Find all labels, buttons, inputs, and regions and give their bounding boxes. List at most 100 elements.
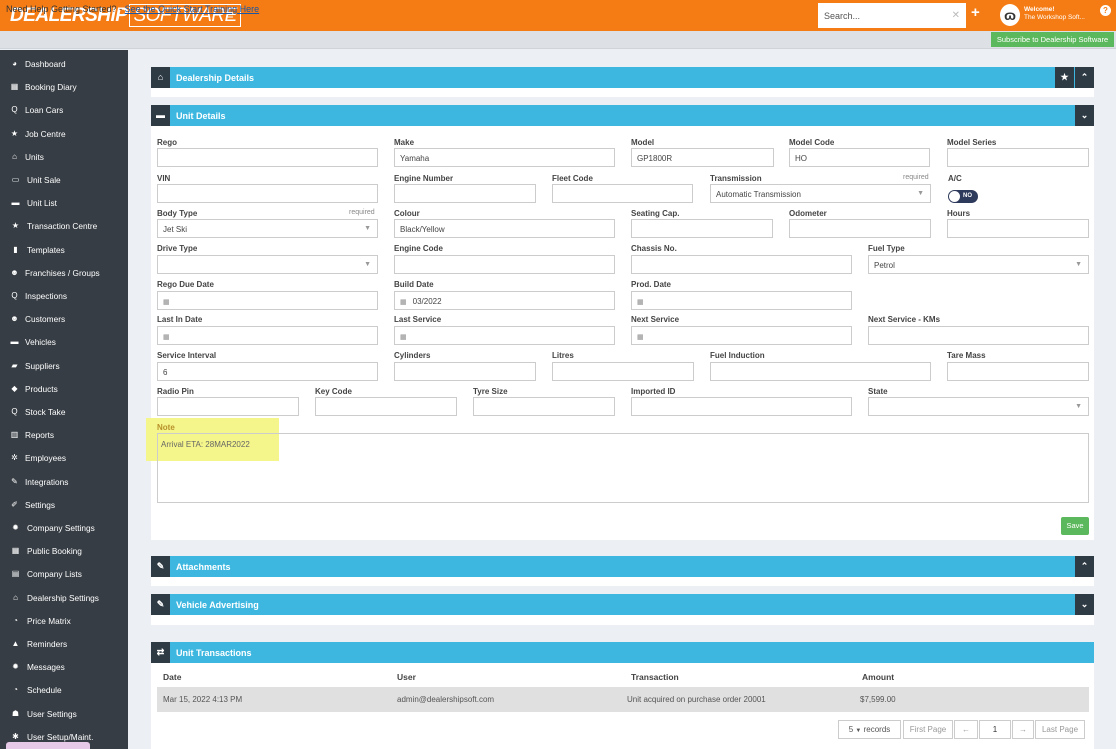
welcome-block[interactable]: Welcome! The Workshop Soft... xyxy=(1024,6,1085,22)
engine-code-input[interactable] xyxy=(394,255,615,274)
search-input[interactable]: Search... ✕ xyxy=(818,3,966,28)
subscribe-button[interactable]: Subscribe to Dealership Software xyxy=(991,32,1114,47)
calendar-icon[interactable]: ▦ xyxy=(163,299,170,306)
model-input[interactable]: GP1800R xyxy=(631,148,774,167)
sidebar-item-customers[interactable]: ☻ Customers xyxy=(0,309,128,329)
sidebar-item-employees[interactable]: ✲ Employees xyxy=(0,448,128,468)
prod-date-input[interactable]: ▦ xyxy=(631,291,852,310)
sidebar-item-integrations[interactable]: ✎ Integrations xyxy=(0,472,128,492)
last-in-input[interactable]: ▦ xyxy=(157,326,378,345)
radio-pin-input[interactable] xyxy=(157,397,299,416)
fuel-induction-input[interactable] xyxy=(710,362,931,381)
rego-input[interactable] xyxy=(157,148,378,167)
sidebar-item-public-booking[interactable]: ▦ Public Booking xyxy=(0,541,128,561)
build-date-input[interactable]: ▦ 03/2022 xyxy=(394,291,615,310)
quick-start-link[interactable]: See the Quick Start Training Here xyxy=(125,4,260,14)
calendar-icon[interactable]: ▦ xyxy=(400,334,407,341)
unit-transactions-header[interactable]: ⇄ Unit Transactions xyxy=(151,642,1094,663)
table-row[interactable] xyxy=(157,687,1089,712)
sidebar-item-job-centre[interactable]: ★ Job Centre xyxy=(0,124,128,144)
calendar-icon[interactable]: ▦ xyxy=(163,334,170,341)
chevron-down-icon[interactable]: ⌄ xyxy=(1075,105,1094,126)
sidebar-item-company-settings[interactable]: ✹ Company Settings xyxy=(0,518,128,538)
sidebar-item-reports[interactable]: ▥ Reports xyxy=(0,425,128,445)
key-code-input[interactable] xyxy=(315,397,457,416)
seating-input[interactable] xyxy=(631,219,773,238)
sidebar-item-unit-list[interactable]: ▬ Unit List xyxy=(0,193,128,213)
current-page[interactable]: 1 xyxy=(979,720,1011,739)
unit-details-header[interactable]: ▬ Unit Details ⌄ xyxy=(151,105,1094,126)
sidebar-item-inspections[interactable]: Q Inspections xyxy=(0,286,128,306)
vin-input[interactable] xyxy=(157,184,378,203)
dealership-details-header[interactable]: ⌂ Dealership Details ★ ⌃ xyxy=(151,67,1094,88)
help-icon[interactable]: ? xyxy=(1100,5,1111,16)
sidebar-item-templates[interactable]: ▮ Templates xyxy=(0,240,128,260)
transmission-select[interactable]: Automatic Transmission ▼ xyxy=(710,184,931,203)
sidebar-item-unit-sale[interactable]: ▭ Unit Sale xyxy=(0,170,128,190)
litres-input[interactable] xyxy=(552,362,694,381)
add-icon[interactable]: + xyxy=(971,4,980,21)
vehicle-advertising-header[interactable]: ✎ Vehicle Advertising ⌄ xyxy=(151,594,1094,615)
service-interval-input[interactable]: 6 xyxy=(157,362,378,381)
sidebar-item-suppliers[interactable]: ▰ Suppliers xyxy=(0,356,128,376)
attachments-body xyxy=(151,577,1094,586)
model-code-input[interactable]: HO xyxy=(789,148,930,167)
fuel-type-select[interactable]: Petrol ▼ xyxy=(868,255,1089,274)
sidebar-item-dashboard[interactable]: ◕ Dashboard xyxy=(0,54,128,74)
sidebar-item-dealership-settings[interactable]: ⌂ Dealership Settings xyxy=(0,588,128,608)
service-interval-label: Service Interval xyxy=(157,351,217,360)
note-textarea[interactable] xyxy=(157,433,1089,503)
favorite-star-icon[interactable]: ★ xyxy=(1055,67,1074,88)
sidebar-item-company-lists[interactable]: ▤ Company Lists xyxy=(0,564,128,584)
calendar-icon[interactable]: ▦ xyxy=(637,299,644,306)
clear-search-icon[interactable]: ✕ xyxy=(952,10,960,21)
sidebar-item-price-matrix[interactable]: ◔ Price Matrix xyxy=(0,611,128,631)
rego-due-input[interactable]: ▦ xyxy=(157,291,378,310)
attachments-header[interactable]: ✎ Attachments ⌃ xyxy=(151,556,1094,577)
sidebar-item-schedule[interactable]: ◔ Schedule xyxy=(0,680,128,700)
calendar-icon[interactable]: ▦ xyxy=(637,334,644,341)
drive-type-select[interactable]: ▼ xyxy=(157,255,378,274)
sidebar-item-vehicles[interactable]: ▬ Vehicles xyxy=(0,332,128,352)
last-service-input[interactable]: ▦ xyxy=(394,326,615,345)
ac-toggle[interactable]: NO xyxy=(948,190,978,203)
calendar-icon[interactable]: ▦ xyxy=(400,299,407,306)
sidebar-item-units[interactable]: ⌂ Units xyxy=(0,147,128,167)
sidebar-item-messages[interactable]: ✹ Messages xyxy=(0,657,128,677)
colour-input[interactable]: Black/Yellow xyxy=(394,219,615,238)
engine-number-input[interactable] xyxy=(394,184,536,203)
make-input[interactable]: Yamaha xyxy=(394,148,615,167)
sidebar-item-transaction-centre[interactable]: ★ Transaction Centre xyxy=(0,216,128,236)
user-logo-icon[interactable]: ɷ xyxy=(1000,4,1020,26)
next-service-input[interactable]: ▦ xyxy=(631,326,852,345)
next-service-kms-input[interactable] xyxy=(868,326,1089,345)
prev-page-button[interactable]: ← xyxy=(954,720,978,739)
sidebar-item-reminders[interactable]: ▲ Reminders xyxy=(0,634,128,654)
state-select[interactable]: ▼ xyxy=(868,397,1089,416)
hours-input[interactable] xyxy=(947,219,1089,238)
next-page-button[interactable]: → xyxy=(1012,720,1034,739)
sidebar-item-settings[interactable]: ✐ Settings xyxy=(0,495,128,515)
cylinders-input[interactable] xyxy=(394,362,536,381)
body-type-select[interactable]: Jet Ski ▼ xyxy=(157,219,378,238)
sidebar-item-user-settings[interactable]: ☗ User Settings xyxy=(0,704,128,724)
sidebar-item-stock-take[interactable]: Q Stock Take xyxy=(0,402,128,422)
sidebar-item-franchises-groups[interactable]: ☻ Franchises / Groups xyxy=(0,263,128,283)
sidebar-item-products[interactable]: ◆ Products xyxy=(0,379,128,399)
model-series-input[interactable] xyxy=(947,148,1089,167)
tare-mass-input[interactable] xyxy=(947,362,1089,381)
sidebar-item-loan-cars[interactable]: Q Loan Cars xyxy=(0,100,128,120)
chevron-up-icon[interactable]: ⌃ xyxy=(1075,556,1094,577)
tyre-size-input[interactable] xyxy=(473,397,615,416)
first-page-button[interactable]: First Page xyxy=(903,720,953,739)
imported-id-input[interactable] xyxy=(631,397,852,416)
fleet-code-input[interactable] xyxy=(552,184,693,203)
sidebar-item-booking-diary[interactable]: ▦ Booking Diary xyxy=(0,77,128,97)
records-per-page-select[interactable]: 5 ▼ records xyxy=(838,720,901,739)
save-button[interactable]: Save xyxy=(1061,517,1089,535)
chassis-input[interactable] xyxy=(631,255,852,274)
chevron-up-icon[interactable]: ⌃ xyxy=(1075,67,1094,88)
odometer-input[interactable] xyxy=(789,219,931,238)
chevron-down-icon[interactable]: ⌄ xyxy=(1075,594,1094,615)
last-page-button[interactable]: Last Page xyxy=(1035,720,1085,739)
